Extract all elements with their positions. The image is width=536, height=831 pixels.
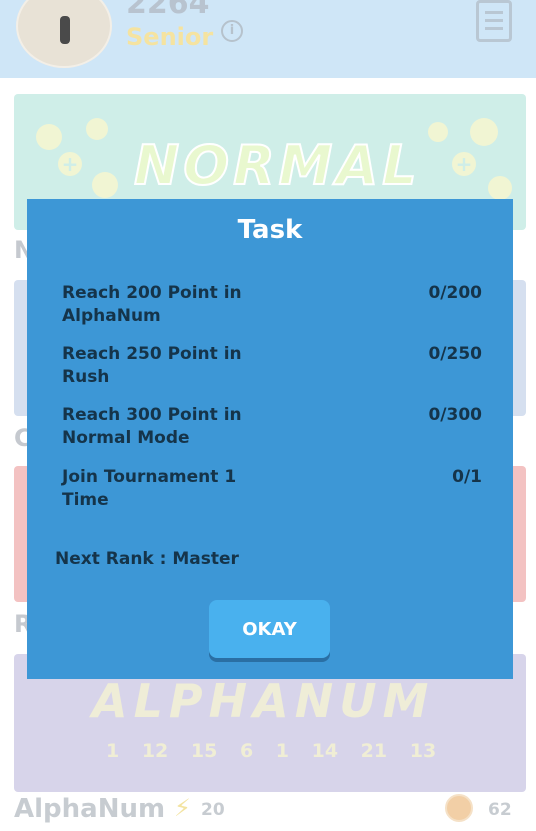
info-icon[interactable]: i	[221, 20, 243, 42]
alphanum-numbers: 1 12 15 6 1 14 21 13	[106, 740, 437, 762]
bolt-icon: ⚡	[174, 794, 191, 822]
avatar[interactable]	[16, 0, 112, 68]
task-label: Join Tournament 1 Time	[62, 467, 237, 510]
task-item: Join Tournament 1 Time 0/1	[62, 466, 482, 512]
dialog-title: Task	[237, 215, 303, 245]
mode-title: AlphaNum	[14, 794, 166, 824]
profile-points: 2264	[126, 0, 210, 21]
task-label: Reach 300 Point in Normal Mode	[62, 405, 242, 448]
alphanum-logo: ALPHANUM	[92, 674, 435, 728]
task-progress: 0/1	[452, 467, 482, 487]
task-label: Reach 200 Point in AlphaNum	[62, 283, 242, 326]
plus-icon: +	[452, 152, 476, 176]
profile-header: 2264 Senior i	[0, 0, 536, 78]
bolt-count: 20	[201, 800, 225, 820]
medal-count: 62	[488, 800, 512, 820]
task-list-icon[interactable]	[476, 0, 512, 42]
normal-logo: NORMAL	[133, 133, 421, 198]
medal-icon	[445, 794, 473, 822]
task-item: Reach 250 Point in Rush 0/250	[62, 343, 482, 389]
task-progress: 0/250	[428, 344, 482, 364]
task-dialog: Task Reach 200 Point in AlphaNum 0/200 R…	[27, 199, 513, 679]
profile-rank: Senior	[126, 23, 214, 51]
task-progress: 0/200	[428, 283, 482, 303]
task-progress: 0/300	[428, 405, 482, 425]
task-item: Reach 200 Point in AlphaNum 0/200	[62, 282, 482, 328]
plus-icon: +	[58, 152, 82, 176]
task-item: Reach 300 Point in Normal Mode 0/300	[62, 404, 482, 450]
next-rank: Next Rank : Master	[55, 549, 239, 569]
task-label: Reach 250 Point in Rush	[62, 344, 242, 387]
okay-button[interactable]: OKAY	[209, 600, 330, 658]
